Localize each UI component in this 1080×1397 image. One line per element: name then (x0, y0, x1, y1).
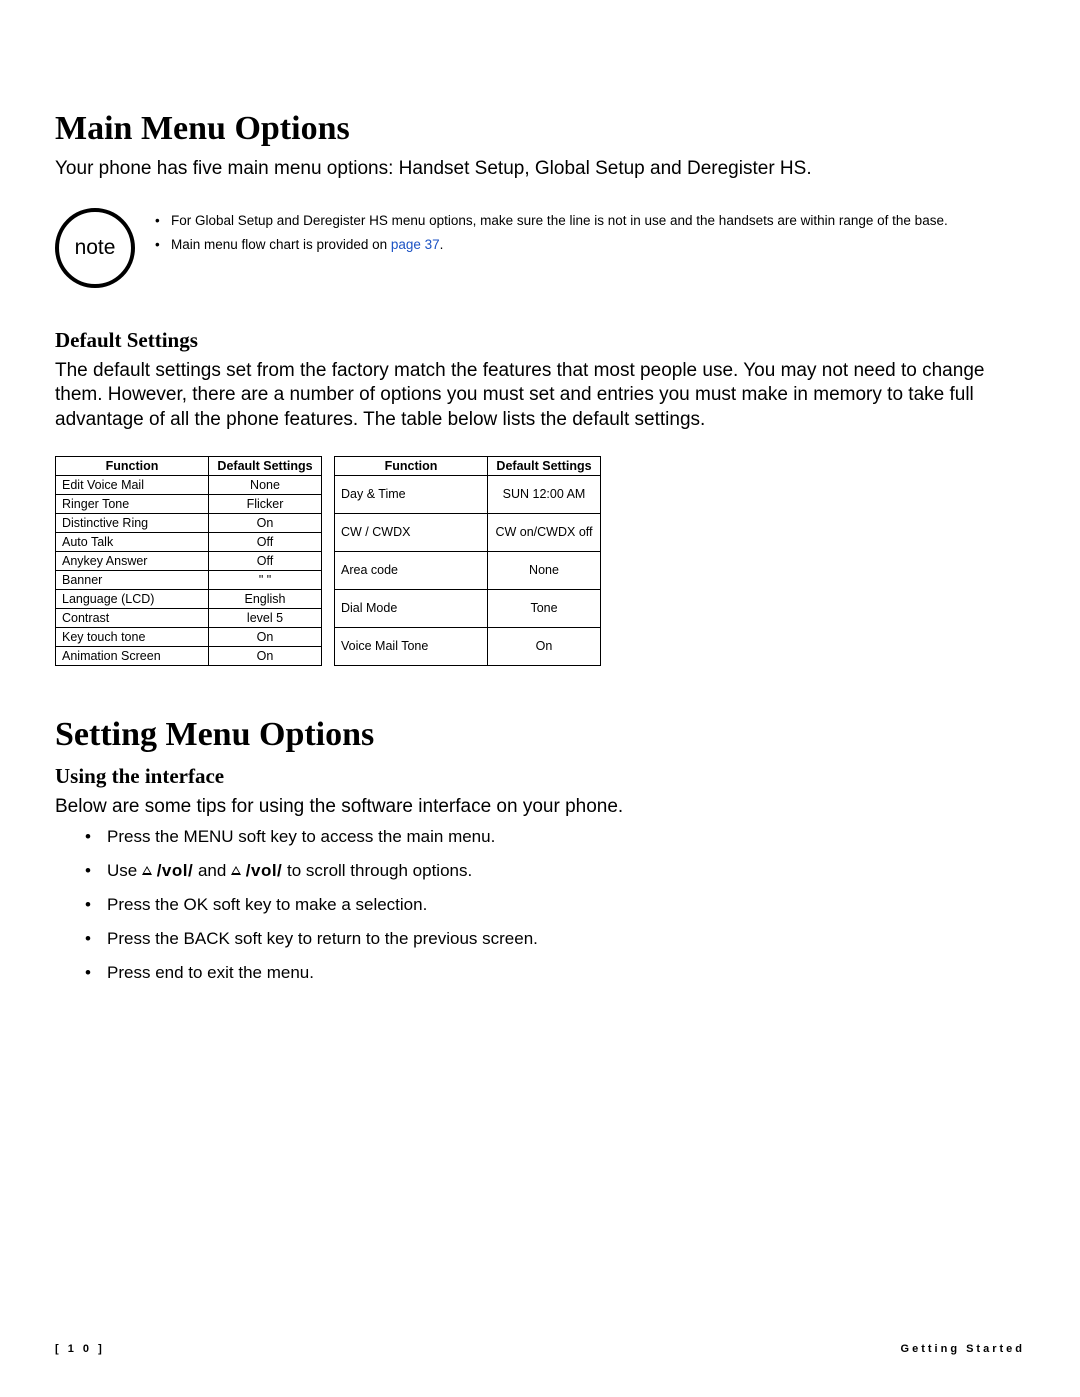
tip-item: Press the MENU soft key to access the ma… (85, 827, 1025, 847)
tip-item: Use /vol/ and /vol/ to scroll through op… (85, 861, 1025, 881)
table-row: Day & TimeSUN 12:00 AM (335, 475, 601, 513)
footer-section-label: Getting Started (901, 1343, 1025, 1355)
page-number: [ 1 0 ] (55, 1343, 105, 1355)
note-icon: note (55, 208, 135, 288)
tip-item: Press the OK soft key to make a selectio… (85, 895, 1025, 915)
table-row: Key touch toneOn (56, 627, 322, 646)
note-item: For Global Setup and Deregister HS menu … (155, 212, 948, 230)
interface-body: Below are some tips for using the softwa… (55, 795, 1025, 819)
default-settings-body: The default settings set from the factor… (55, 359, 1025, 432)
note-item: Main menu flow chart is provided on page… (155, 236, 948, 254)
note-list: For Global Setup and Deregister HS menu … (155, 212, 948, 259)
table-row: CW / CWDXCW on/CWDX off (335, 513, 601, 551)
tip-item: Press end to exit the menu. (85, 963, 1025, 983)
table-row: Anykey AnswerOff (56, 551, 322, 570)
table-row: Auto TalkOff (56, 532, 322, 551)
table-row: Edit Voice MailNone (56, 475, 322, 494)
up-triangle-icon (142, 866, 152, 875)
note-block: note For Global Setup and Deregister HS … (55, 208, 1025, 288)
settings-table-1: FunctionDefault Settings Edit Voice Mail… (55, 456, 322, 666)
up-triangle-icon (231, 866, 241, 875)
main-menu-options-heading: Main Menu Options (55, 110, 1025, 148)
settings-table-2: FunctionDefault Settings Day & TimeSUN 1… (334, 456, 601, 666)
tips-list: Press the MENU soft key to access the ma… (85, 827, 1025, 983)
default-settings-subhead: Default Settings (55, 328, 1025, 353)
table-row: Voice Mail ToneOn (335, 627, 601, 665)
table-row: Distinctive RingOn (56, 513, 322, 532)
intro-paragraph: Your phone has five main menu options: H… (55, 158, 1025, 180)
table-row: Dial ModeTone (335, 589, 601, 627)
table-row: Area codeNone (335, 551, 601, 589)
table-row: Contrastlevel 5 (56, 608, 322, 627)
page-37-link[interactable]: page 37 (391, 237, 440, 252)
using-interface-subhead: Using the interface (55, 764, 1025, 789)
table-row: Banner" " (56, 570, 322, 589)
setting-menu-options-heading: Setting Menu Options (55, 716, 1025, 754)
table-row: Ringer ToneFlicker (56, 494, 322, 513)
table-row: Animation ScreenOn (56, 646, 322, 665)
table-row: Language (LCD)English (56, 589, 322, 608)
settings-tables: FunctionDefault Settings Edit Voice Mail… (55, 456, 1025, 666)
tip-item: Press the BACK soft key to return to the… (85, 929, 1025, 949)
